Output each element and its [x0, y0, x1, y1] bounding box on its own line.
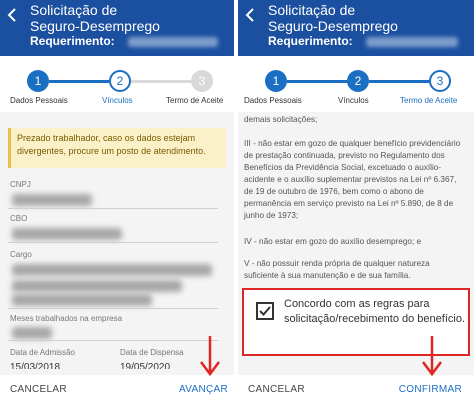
title-line-1: Solicitação de — [30, 2, 118, 18]
red-arrow-annotation-icon — [422, 336, 442, 377]
step-3-label: Termo de Aceite — [400, 96, 458, 105]
back-arrow-icon[interactable] — [4, 6, 22, 24]
footer-bar: CANCELAR AVANÇAR — [0, 375, 234, 405]
page-title: Solicitação de Seguro-Desemprego — [268, 2, 398, 34]
step-1-circle: 1 — [27, 70, 49, 92]
requerimento-label: Requerimento: — [268, 34, 353, 48]
cnpj-label: CNPJ — [10, 180, 31, 189]
step-1-label: Dados Pessoais — [244, 96, 302, 105]
requerimento-value-redacted — [366, 37, 458, 47]
step-2-label: Vínculos — [102, 96, 133, 105]
dispensa-value: 19/05/2020 — [120, 362, 171, 369]
step-3-circle: 3 — [191, 70, 213, 92]
warning-message: Prezado trabalhador, caso os dados estej… — [8, 128, 226, 168]
requerimento-label: Requerimento: — [30, 34, 115, 48]
confirm-button[interactable]: CONFIRMAR — [399, 384, 462, 395]
step-connector-1 — [287, 80, 349, 83]
back-arrow-icon[interactable] — [242, 6, 260, 24]
meses-value-redacted — [12, 327, 52, 339]
step-connector-2 — [131, 80, 191, 83]
dispensa-label: Data de Dispensa — [120, 348, 184, 357]
next-button[interactable]: AVANÇAR — [179, 384, 228, 395]
step-1-label: Dados Pessoais — [10, 96, 68, 105]
step-2-circle: 2 — [347, 70, 369, 92]
terms-item-iii: III - não estar em gozo de qualquer bene… — [244, 139, 461, 220]
cancel-button[interactable]: CANCELAR — [248, 384, 305, 395]
step-1-circle: 1 — [265, 70, 287, 92]
meses-divider — [8, 340, 218, 341]
stepper: 1 2 3 Dados Pessoais Vínculos Termo de A… — [0, 56, 234, 112]
cancel-button[interactable]: CANCELAR — [10, 384, 67, 395]
consent-checkbox[interactable] — [256, 302, 274, 320]
cbo-value-redacted — [12, 228, 122, 240]
app-header: Solicitação de Seguro-Desemprego Requeri… — [0, 0, 234, 56]
cargo-value-redacted-2 — [12, 280, 182, 292]
footer-bar: CANCELAR CONFIRMAR — [238, 375, 474, 405]
meses-label: Meses trabalhados na empresa — [10, 314, 123, 323]
cnpj-value-redacted — [12, 194, 92, 206]
cbo-divider — [8, 242, 218, 243]
terms-top-line: demais solicitações; — [244, 115, 318, 124]
admissao-value: 15/03/2018 — [10, 362, 61, 369]
check-icon — [259, 306, 271, 316]
step-2-circle: 2 — [109, 70, 131, 92]
cnpj-divider — [8, 208, 218, 209]
admissao-label: Data de Admissão — [10, 348, 75, 357]
title-line-1: Solicitação de — [268, 2, 356, 18]
step-connector-1 — [49, 80, 109, 83]
red-arrow-annotation-icon — [200, 336, 220, 377]
stepper: 1 2 3 Dados Pessoais Vínculos Termo de A… — [238, 56, 474, 112]
cargo-divider — [8, 308, 218, 309]
requerimento-value-redacted — [128, 37, 218, 47]
step-3-circle: 3 — [429, 70, 451, 92]
title-line-2: Seguro-Desemprego — [30, 18, 160, 34]
cargo-value-redacted-3 — [12, 294, 152, 306]
terms-item-v: V - não possuir renda própria de qualque… — [244, 259, 430, 280]
step-3-label: Termo de Aceite — [166, 96, 224, 105]
step-connector-2 — [369, 80, 431, 83]
cargo-label: Cargo — [10, 250, 32, 259]
consent-label: Concordo com as regras para solicitação/… — [284, 298, 465, 325]
app-header: Solicitação de Seguro-Desemprego Requeri… — [238, 0, 474, 56]
terms-item-iv: IV - não estar em gozo do auxílio desemp… — [244, 237, 422, 246]
screen-termo-aceite: Solicitação de Seguro-Desemprego Requeri… — [238, 0, 474, 405]
step-2-label: Vínculos — [338, 96, 369, 105]
page-title: Solicitação de Seguro-Desemprego — [30, 2, 160, 34]
cargo-value-redacted-1 — [12, 264, 212, 276]
cbo-label: CBO — [10, 214, 28, 223]
screen-vinculos: Solicitação de Seguro-Desemprego Requeri… — [0, 0, 234, 405]
title-line-2: Seguro-Desemprego — [268, 18, 398, 34]
